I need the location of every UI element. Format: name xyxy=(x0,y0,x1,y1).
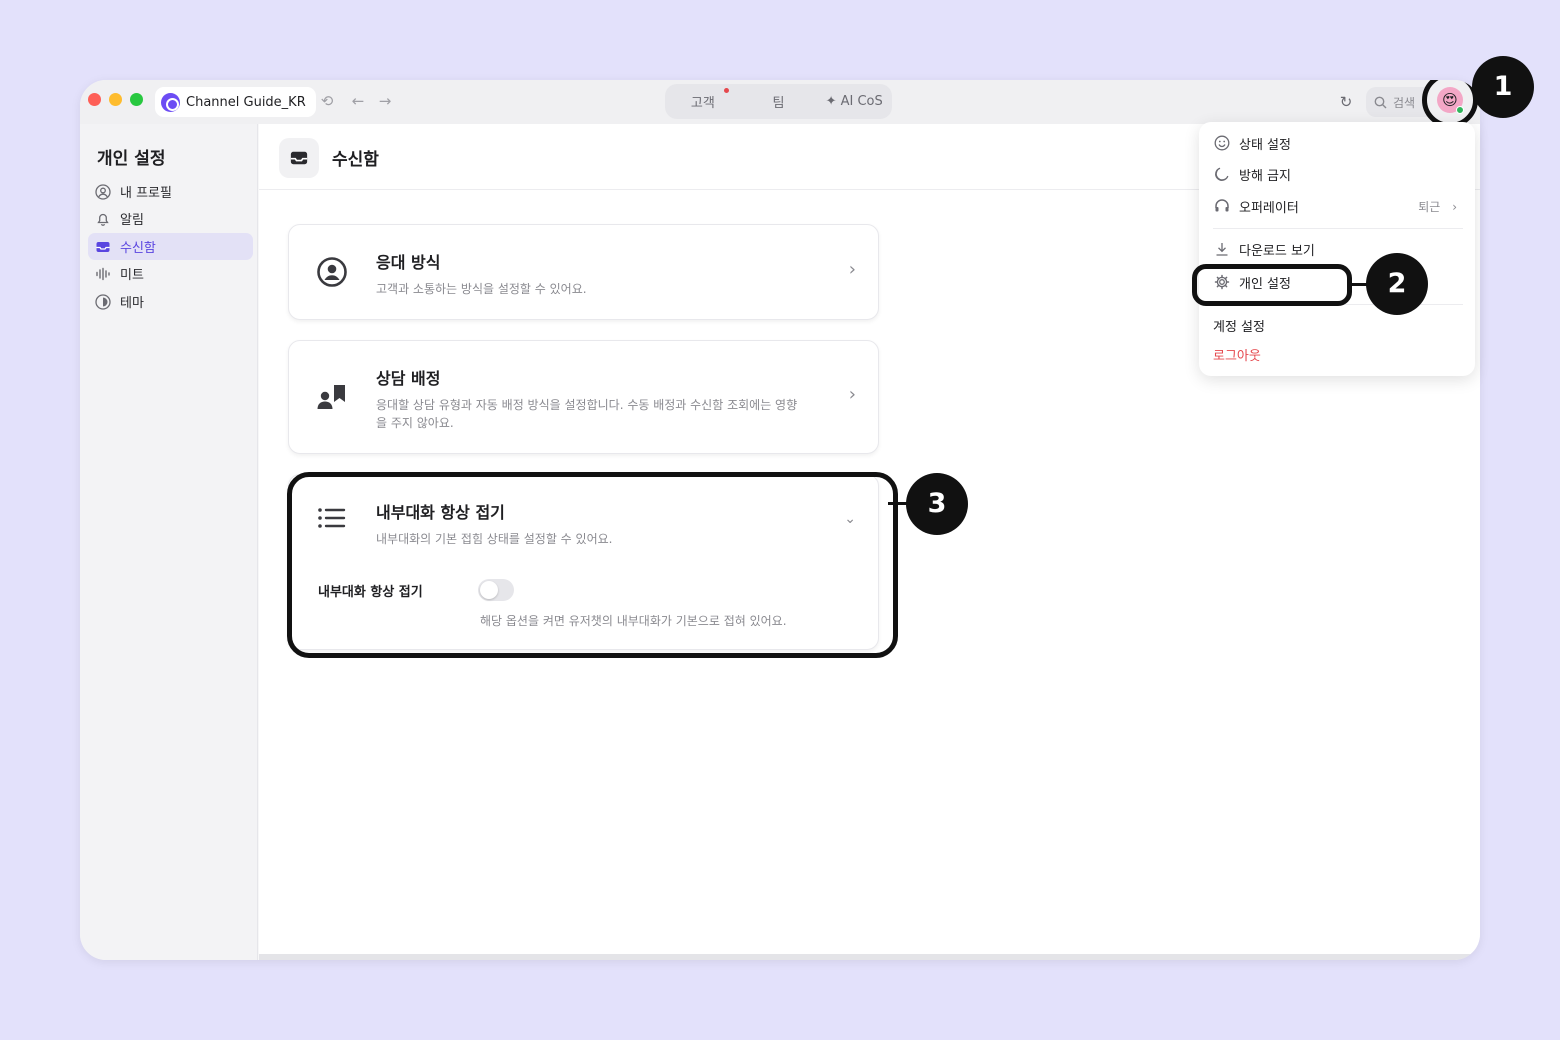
bell-icon xyxy=(94,210,111,227)
refresh-icon[interactable]: ↻ xyxy=(1336,92,1356,112)
card-description: 응대할 상담 유형과 자동 배정 방식을 설정합니다. 수동 배정과 수신함 조… xyxy=(376,398,798,430)
search-icon xyxy=(1374,96,1387,108)
sidebar-item-profile[interactable]: 내 프로필 xyxy=(88,178,253,205)
user-bookmark-icon xyxy=(315,380,349,414)
annotation-badge-3: 3 xyxy=(906,473,968,535)
chevron-right-icon: › xyxy=(848,384,856,405)
annotation-connector-3 xyxy=(888,502,908,505)
channel-switcher[interactable]: Channel Guide_KR xyxy=(155,87,316,117)
close-window-button[interactable] xyxy=(88,93,101,106)
maximize-window-button[interactable] xyxy=(130,93,143,106)
card-title: 응대 방식 xyxy=(376,253,441,272)
profile-icon xyxy=(94,183,111,200)
tab-customer[interactable]: 고객 xyxy=(665,88,741,111)
menu-item-logout[interactable]: 로그아웃 xyxy=(1213,343,1261,365)
theme-icon xyxy=(94,293,111,310)
menu-item-operator[interactable]: 오퍼레이터 xyxy=(1213,195,1299,217)
chevron-right-icon: › xyxy=(1452,200,1457,214)
avatar-highlight-ring: 😍 xyxy=(1422,80,1478,128)
annotation-ring-2 xyxy=(1192,264,1352,306)
annotation-badge-2: 2 xyxy=(1366,253,1428,315)
tab-team[interactable]: 팀 xyxy=(741,92,817,111)
search-label: 검색 xyxy=(1393,95,1416,110)
inbox-icon xyxy=(94,238,111,255)
forward-arrow-icon[interactable]: → xyxy=(375,91,395,111)
user-circle-icon xyxy=(315,255,349,289)
sidebar-item-notifications[interactable]: 알림 xyxy=(88,205,253,232)
back-arrow-icon[interactable]: ← xyxy=(348,91,368,111)
profile-menu: 상태 설정 방해 금지 오퍼레이터 퇴근 › 다운로드 보기 개인 설정 계정 … xyxy=(1199,122,1475,376)
sidebar-item-theme[interactable]: 테마 xyxy=(88,288,253,315)
waveform-icon xyxy=(94,265,111,282)
sidebar-item-label: 미트 xyxy=(120,268,144,283)
download-icon xyxy=(1213,241,1230,258)
chevron-right-icon: › xyxy=(848,259,856,280)
menu-divider xyxy=(1213,228,1463,229)
menu-item-status[interactable]: 상태 설정 xyxy=(1213,132,1291,154)
sidebar-title: 개인 설정 xyxy=(97,149,166,169)
assignment-card[interactable]: 상담 배정 응대할 상담 유형과 자동 배정 방식을 설정합니다. 수동 배정과… xyxy=(288,340,879,454)
inbox-icon xyxy=(279,138,319,178)
top-tabs: 고객 팀 ✦ AI CoS xyxy=(665,84,892,119)
tab-ai-cos[interactable]: ✦ AI CoS xyxy=(816,94,892,109)
title-bar: Channel Guide_KR ⟲ ← → 고객 팀 ✦ AI CoS ↻ 검… xyxy=(80,80,1480,128)
online-status-dot xyxy=(1456,106,1464,114)
minimize-window-button[interactable] xyxy=(109,93,122,106)
bottom-divider xyxy=(259,954,1480,960)
menu-item-account-settings[interactable]: 계정 설정 xyxy=(1213,314,1265,336)
menu-item-dnd[interactable]: 방해 금지 xyxy=(1213,163,1291,185)
response-method-card[interactable]: 응대 방식 고객과 소통하는 방식을 설정할 수 있어요. › xyxy=(288,224,879,320)
annotation-ring-3 xyxy=(287,472,898,658)
sidebar-item-label: 테마 xyxy=(120,296,144,311)
channel-logo-icon xyxy=(161,92,180,112)
notification-dot xyxy=(723,88,729,93)
card-description: 고객과 소통하는 방식을 설정할 수 있어요. xyxy=(376,282,587,296)
headset-icon xyxy=(1213,198,1230,215)
page-title: 수신함 xyxy=(332,150,379,170)
moon-icon xyxy=(1213,166,1230,183)
sidebar-item-inbox[interactable]: 수신함 xyxy=(88,233,253,260)
operator-status: 퇴근 › xyxy=(1418,200,1457,214)
history-icon[interactable]: ⟲ xyxy=(317,91,337,111)
sidebar-item-label: 수신함 xyxy=(120,241,156,256)
sidebar-item-label: 내 프로필 xyxy=(120,186,172,201)
sidebar-item-meet[interactable]: 미트 xyxy=(88,260,253,287)
card-title: 상담 배정 xyxy=(376,369,441,388)
channel-name: Channel Guide_KR xyxy=(186,94,306,110)
settings-sidebar: 개인 설정 내 프로필 알림 수신함 미트 테마 xyxy=(80,124,258,960)
smiley-icon xyxy=(1213,135,1230,152)
sidebar-item-label: 알림 xyxy=(120,213,144,228)
annotation-badge-1: 1 xyxy=(1472,56,1534,118)
menu-item-downloads[interactable]: 다운로드 보기 xyxy=(1213,238,1315,260)
